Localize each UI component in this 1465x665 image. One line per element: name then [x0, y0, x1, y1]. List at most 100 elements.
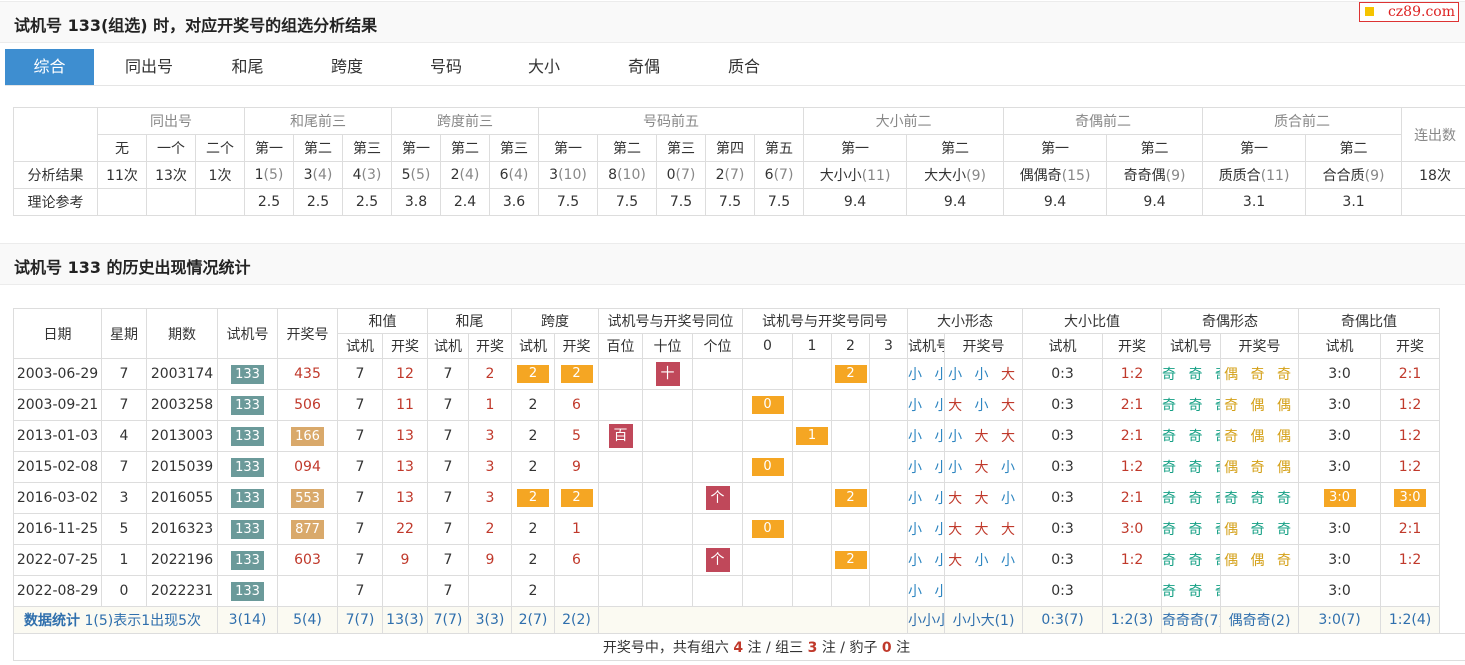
- jo-char: 奇: [1250, 522, 1269, 538]
- cell-hz-win: 13: [382, 420, 428, 452]
- sub-header: 第三: [656, 134, 707, 162]
- cell-same-pos: [642, 389, 693, 421]
- group-header: 跨度前三: [391, 107, 540, 135]
- dx-char: 小: [1000, 460, 1019, 476]
- result-cell: 大大小(9): [906, 161, 1005, 189]
- site-logo[interactable]: cz89.com: [1359, 2, 1459, 22]
- cell-jo-trial: 奇 奇 奇: [1161, 482, 1222, 514]
- dx-char: 大: [1000, 429, 1019, 445]
- tab-2[interactable]: 同出号: [94, 49, 204, 85]
- cell-same-pos: [598, 513, 643, 545]
- cell-hz-trial: 7: [337, 482, 383, 514]
- result-value: 3: [549, 167, 559, 183]
- cell-hz-win: 11: [382, 389, 428, 421]
- cell-dxr-trial: 0:3: [1022, 575, 1104, 607]
- cell-dxr-trial: 0:3: [1022, 513, 1104, 545]
- result-cell: 3(10): [538, 161, 599, 189]
- tab-1[interactable]: 综合: [5, 49, 94, 85]
- cell-date: 2022-08-29: [13, 575, 102, 607]
- cell-jo-trial: 奇 奇 奇: [1161, 389, 1222, 421]
- col-winning: 开奖号: [277, 308, 338, 359]
- tab-7[interactable]: 奇偶: [589, 49, 699, 85]
- cell-same-num: [831, 389, 871, 421]
- result-cell: 3(4): [293, 161, 344, 189]
- sub-shiji: 试机: [511, 333, 555, 359]
- logo-text: cz89.com: [1387, 4, 1455, 20]
- cell-same-num: 1: [792, 420, 833, 452]
- result-value: 1: [254, 167, 264, 183]
- footer-count: 4: [733, 640, 744, 656]
- cell-same-pos: [642, 420, 693, 452]
- dx-char: 小: [948, 367, 967, 383]
- cell-dxr-trial: 0:3: [1022, 482, 1104, 514]
- cell-jor-trial: 3:0: [1298, 575, 1382, 607]
- theory-cell: 9.4: [906, 188, 1005, 216]
- cell-jor-trial: 3:0: [1298, 544, 1382, 576]
- cell-same-num: [742, 420, 794, 452]
- cell-winning: 506: [277, 389, 338, 421]
- stats-label-bold: 数据统计: [24, 613, 80, 629]
- cell-trial: 133: [217, 451, 278, 483]
- table-row: 2003-09-217200325813350671171260小 小 小大 小…: [13, 389, 1465, 421]
- sub-kaijiang: 开奖: [468, 333, 512, 359]
- cell-jor-win: 2:1: [1380, 358, 1441, 390]
- result-cell: 5(5): [391, 161, 442, 189]
- jor-value: 1:2: [1398, 428, 1422, 444]
- sub-shiji: 试机: [337, 333, 383, 359]
- result-cell: 18次: [1401, 161, 1465, 189]
- tab-5[interactable]: 号码: [403, 49, 489, 85]
- jo-char: 奇: [1224, 398, 1243, 414]
- num-badge: 0: [751, 458, 784, 476]
- analysis-tabs: 综合 同出号 和尾 跨度 号码 大小 奇偶 质合: [5, 49, 1465, 86]
- col-kuadu: 跨度: [511, 308, 599, 334]
- theory-cell: 9.4: [1003, 188, 1108, 216]
- num-badge: 0: [751, 520, 784, 538]
- cell-same-pos: [691, 420, 744, 452]
- jor-value: 2:1: [1398, 521, 1422, 537]
- group-header: 大小前二: [803, 107, 1005, 135]
- theory-cell: 7.5: [538, 188, 599, 216]
- cell-winning: 603: [277, 544, 338, 576]
- cell-same-num: [831, 420, 871, 452]
- result-value: 2: [715, 167, 725, 183]
- trial-badge: 133: [231, 395, 264, 415]
- result-cell: 13次: [146, 161, 196, 189]
- result-count: (10): [617, 167, 646, 183]
- col-dx-ratio: 大小比值: [1022, 308, 1163, 334]
- cell-same-pos: [691, 389, 744, 421]
- footer-text: 注 / 豹子: [817, 640, 882, 656]
- cell-date: 2016-11-25: [13, 513, 102, 545]
- table-row: 2022-08-2902022231 133 7 7 2 小 小 小 0:3 奇 奇 奇 3:0: [13, 575, 1465, 607]
- cell-dxr-trial: 0:3: [1022, 544, 1104, 576]
- dx-char: 小: [1000, 553, 1019, 569]
- stats-cell: 5(4): [277, 606, 338, 634]
- tab-4[interactable]: 跨度: [291, 49, 403, 85]
- cell-jor-trial: 3:0: [1298, 482, 1382, 514]
- sub-kaijiang: 开奖: [554, 333, 599, 359]
- sub-trial-num: 试机号: [907, 333, 946, 359]
- sub-shiji: 试机: [1022, 333, 1104, 359]
- cell-hz-trial: 7: [337, 389, 383, 421]
- cell-hw-trial: 7: [427, 575, 469, 607]
- result-value: 大小小: [819, 168, 862, 184]
- tab-3[interactable]: 和尾: [204, 49, 291, 85]
- stats-cell: 3(3): [468, 606, 512, 634]
- jo-char: 偶: [1224, 367, 1243, 383]
- cell-same-num: [869, 544, 909, 576]
- tab-8[interactable]: 质合: [699, 49, 789, 85]
- dx-char: 大: [974, 491, 993, 507]
- winning-number: 506: [294, 397, 321, 413]
- cell-hw-trial: 7: [427, 389, 469, 421]
- cell-jo-win: [1220, 575, 1300, 607]
- cell-same-pos: [642, 575, 693, 607]
- sub-header: 一个: [146, 134, 196, 162]
- dx-char: 小: [974, 553, 993, 569]
- cell-hw-win: [468, 575, 512, 607]
- cell-dx-win: 小 小 大: [944, 358, 1024, 390]
- result-count: (4): [508, 167, 529, 183]
- cell-same-num: 0: [742, 451, 794, 483]
- tab-6[interactable]: 大小: [489, 49, 599, 85]
- winning-badge: 166: [291, 426, 324, 446]
- cell-same-pos: 个: [691, 482, 744, 514]
- cell-trial: 133: [217, 575, 278, 607]
